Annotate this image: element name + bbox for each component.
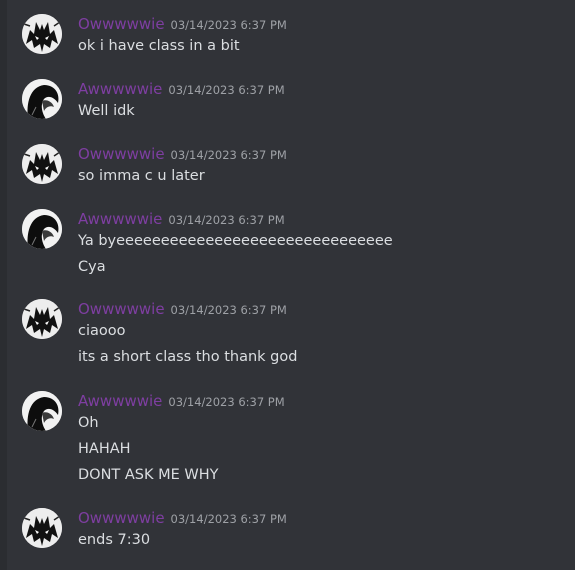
timestamp: 03/14/2023 6:37 PM	[168, 395, 285, 409]
message-header: Owwwwwie 03/14/2023 6:37 PM	[78, 14, 287, 34]
wolf-avatar-icon	[22, 508, 62, 548]
username[interactable]: Awwwwwie	[78, 210, 162, 228]
avatar[interactable]	[22, 209, 62, 249]
message-text: ends 7:30	[78, 532, 151, 548]
timestamp: 03/14/2023 6:37 PM	[168, 83, 285, 97]
timestamp: 03/14/2023 6:37 PM	[170, 148, 287, 162]
username[interactable]: Owwwwwie	[78, 300, 165, 318]
username[interactable]: Owwwwwie	[78, 145, 165, 163]
message-text: so imma c u later	[78, 168, 205, 184]
left-edge-strip	[0, 0, 7, 570]
message-text: ok i have class in a bit	[78, 38, 240, 54]
message-text: ciaooo	[78, 323, 126, 339]
avatar[interactable]	[22, 299, 62, 339]
username[interactable]: Owwwwwie	[78, 509, 165, 527]
wolf-avatar-icon	[22, 299, 62, 339]
message-header: Owwwwwie 03/14/2023 6:37 PM	[78, 299, 287, 319]
message-text: HAHAH	[78, 441, 131, 457]
timestamp: 03/14/2023 6:37 PM	[170, 512, 287, 526]
message-text: Ya byeeeeeeeeeeeeeeeeeeeeeeeeeeeeeee	[78, 233, 393, 249]
hair-avatar-icon	[22, 209, 62, 249]
avatar[interactable]	[22, 508, 62, 548]
message-header: Owwwwwie 03/14/2023 6:37 PM	[78, 144, 287, 164]
message-header: Awwwwwie 03/14/2023 6:37 PM	[78, 391, 285, 411]
username[interactable]: Awwwwwie	[78, 80, 162, 98]
hair-avatar-icon	[22, 79, 62, 119]
avatar[interactable]	[22, 144, 62, 184]
hair-avatar-icon	[22, 391, 62, 431]
wolf-avatar-icon	[22, 14, 62, 54]
timestamp: 03/14/2023 6:37 PM	[170, 18, 287, 32]
message-text: Well idk	[78, 103, 135, 119]
message-header: Awwwwwie 03/14/2023 6:37 PM	[78, 79, 285, 99]
timestamp: 03/14/2023 6:37 PM	[168, 213, 285, 227]
username[interactable]: Owwwwwie	[78, 15, 165, 33]
message-header: Awwwwwie 03/14/2023 6:37 PM	[78, 209, 285, 229]
message-header: Owwwwwie 03/14/2023 6:37 PM	[78, 508, 287, 528]
timestamp: 03/14/2023 6:37 PM	[170, 303, 287, 317]
username[interactable]: Awwwwwie	[78, 392, 162, 410]
avatar[interactable]	[22, 79, 62, 119]
message-text: Oh	[78, 415, 99, 431]
avatar[interactable]	[22, 14, 62, 54]
avatar[interactable]	[22, 391, 62, 431]
message-text: Cya	[78, 259, 106, 275]
message-text: DONT ASK ME WHY	[78, 467, 219, 483]
message-text: its a short class tho thank god	[78, 349, 298, 365]
wolf-avatar-icon	[22, 144, 62, 184]
